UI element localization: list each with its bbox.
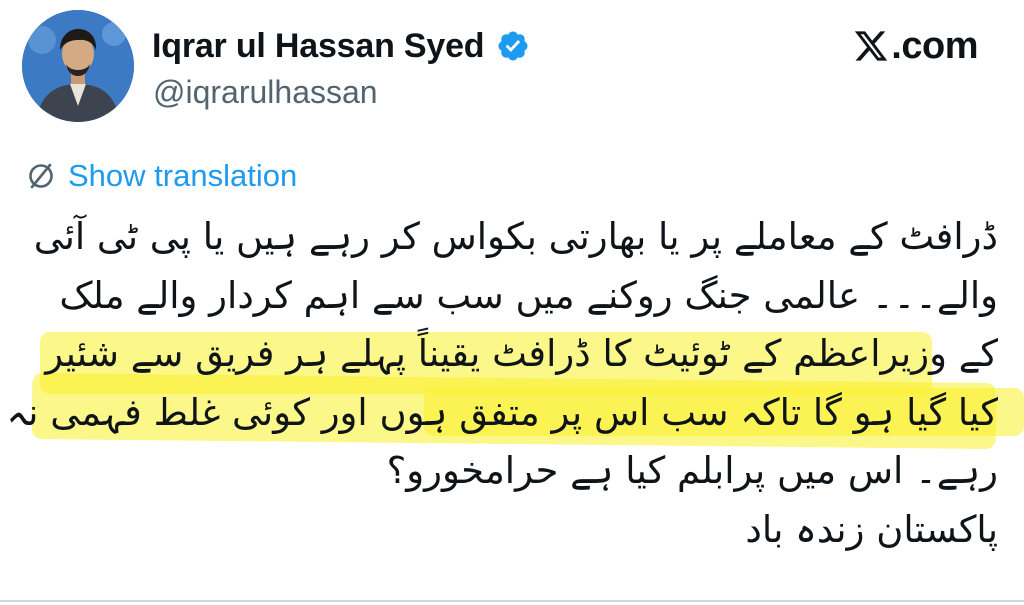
avatar-photo-icon	[22, 10, 134, 122]
translate-globe-icon	[29, 163, 53, 189]
tweet-line: پاکستان زندہ باد	[745, 507, 998, 551]
x-logo-icon	[855, 31, 888, 61]
show-translation-button[interactable]: Show translation	[24, 156, 297, 196]
verified-badge-icon	[498, 31, 528, 61]
tweet-line: ڈرافٹ کے معاملے پر یا بھارتی بکواس کر رہ…	[33, 215, 998, 258]
tweet-line: کے وزیراعظم کے ٹوئیٹ کا ڈرافٹ یقیناً پہل…	[45, 332, 998, 375]
brand-logo: .com	[852, 24, 978, 68]
tweet-line: رہے۔ اس میں پرابلم کیا ہے حرامخورو؟	[386, 449, 998, 492]
tweet-line: کیا گیا ہو گا تاکہ سب اس پر متفق ہوں اور…	[6, 390, 998, 434]
tweet-line: والے۔۔۔ عالمی جنگ روکنے میں سب سے اہم کر…	[59, 273, 998, 317]
divider	[0, 600, 1024, 602]
author-row: Iqrar ul Hassan Syed	[152, 22, 530, 70]
author-handle[interactable]: @iqrarulhassan	[153, 74, 378, 111]
brand-domain-text: .com	[891, 24, 978, 67]
tweet-body: ڈرافٹ کے معاملے پر یا بھارتی بکواس کر رہ…	[6, 208, 998, 559]
display-name[interactable]: Iqrar ul Hassan Syed	[152, 27, 485, 66]
profile-avatar[interactable]	[22, 10, 134, 122]
show-translation-label[interactable]: Show translation	[68, 158, 297, 194]
